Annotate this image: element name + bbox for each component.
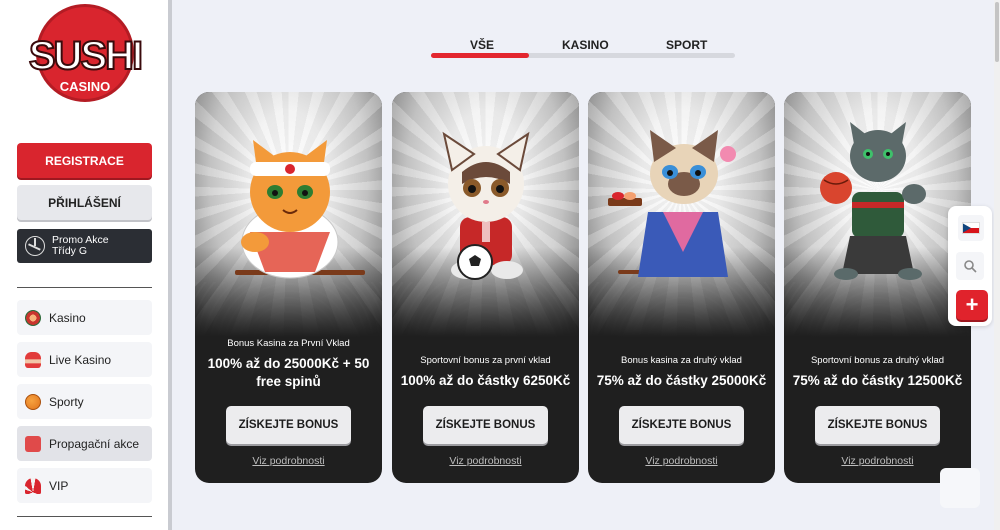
tab-kasino[interactable]: KASINO: [562, 38, 609, 52]
details-link[interactable]: Viz podrobnosti: [392, 455, 579, 467]
basketball-icon: [25, 393, 41, 410]
bonus-category-tabs: VŠE KASINO SPORT: [431, 38, 735, 60]
scrollbar-thumb[interactable]: [995, 2, 999, 62]
sidebar-item-label: Propagační akce: [49, 436, 140, 451]
sidebar-item-sporty[interactable]: Sporty: [17, 384, 152, 419]
sidebar-scrollbar[interactable]: [168, 0, 172, 530]
plus-button[interactable]: +: [956, 290, 988, 320]
bonus-card: Bonus Kasina za První Vklad 100% až do 2…: [195, 92, 382, 483]
sidebar-item-live-kasino[interactable]: Live Kasino: [17, 342, 152, 377]
sidebar-item-propagacni-akce[interactable]: Propagační akce: [17, 426, 152, 461]
card-artwork: [195, 92, 382, 337]
bonus-card: Bonus kasina za druhý vklad 75% až do čá…: [588, 92, 775, 483]
logo-text: SUSHI: [28, 34, 144, 78]
search-icon: [964, 260, 977, 273]
promo-card-text: Promo Akce Třídy G: [52, 235, 109, 257]
card-artwork: [588, 92, 775, 337]
sushi-chef-cat-image: [235, 140, 365, 279]
bonus-label: Sportovní bonus za první vklad: [420, 355, 551, 366]
bonus-card: Sportovní bonus za druhý vklad 75% až do…: [784, 92, 971, 483]
card-artwork: [392, 92, 579, 337]
bonus-amount: 100% až do částky 6250Kč: [400, 373, 571, 388]
get-bonus-button[interactable]: ZÍSKEJTE BONUS: [423, 406, 548, 444]
get-bonus-button[interactable]: ZÍSKEJTE BONUS: [226, 406, 351, 444]
mercedes-icon: [25, 236, 45, 256]
tab-sport[interactable]: SPORT: [666, 38, 707, 52]
bonus-label: Bonus Kasina za První Vklad: [227, 338, 350, 349]
details-link[interactable]: Viz podrobnosti: [784, 455, 971, 467]
sidebar-item-label: Live Kasino: [49, 352, 112, 367]
tab-vse[interactable]: VŠE: [470, 38, 494, 52]
bonus-card: Sportovní bonus za první vklad 100% až d…: [392, 92, 579, 483]
bonus-amount: 100% až do 25000Kč + 50 free spinů: [207, 356, 370, 389]
sidebar-item-vip[interactable]: VIP: [17, 468, 152, 503]
login-button[interactable]: PŘIHLÁŠENÍ: [17, 185, 152, 220]
basketball-panther-image: [820, 122, 926, 280]
sidebar-item-kasino[interactable]: Kasino: [17, 300, 152, 335]
register-button[interactable]: REGISTRACE: [17, 143, 152, 178]
logo-subtext: CASINO: [59, 79, 111, 94]
language-button[interactable]: [958, 215, 984, 241]
fan-icon: [25, 477, 41, 494]
search-button[interactable]: [956, 252, 984, 280]
kimono-cat-image: [608, 130, 736, 277]
sidebar-item-label: VIP: [49, 478, 69, 493]
bonus-amount: 75% až do částky 25000Kč: [596, 373, 767, 388]
page-scrollbar[interactable]: [994, 0, 1000, 530]
sidebar-divider: [17, 516, 152, 517]
promo-class-g-card[interactable]: Promo Akce Třídy G: [17, 229, 152, 263]
chat-widget-button[interactable]: [940, 468, 980, 508]
sidebar-item-label: Sporty: [49, 394, 84, 409]
football-cat-image: [442, 131, 530, 280]
promo-line2: Třídy G: [52, 245, 88, 257]
sidebar-item-label: Kasino: [49, 310, 86, 325]
bonus-amount: 75% až do částky 12500Kč: [792, 373, 963, 388]
get-bonus-button[interactable]: ZÍSKEJTE BONUS: [619, 406, 744, 444]
sidebar: SUSHI CASINO REGISTRACE PŘIHLÁŠENÍ Promo…: [0, 0, 168, 530]
bonus-label: Bonus kasina za druhý vklad: [621, 355, 742, 366]
gift-icon: [25, 435, 41, 452]
sidebar-divider: [17, 287, 152, 288]
dealer-icon: [25, 351, 41, 368]
get-bonus-button[interactable]: ZÍSKEJTE BONUS: [815, 406, 940, 444]
active-tab-indicator: [431, 53, 529, 58]
czech-flag-icon: [962, 222, 980, 234]
bonus-label: Sportovní bonus za druhý vklad: [810, 355, 945, 366]
floating-tools-panel: +: [948, 206, 992, 326]
details-link[interactable]: Viz podrobnosti: [588, 455, 775, 467]
card-artwork: [784, 92, 971, 337]
sushi-casino-logo[interactable]: SUSHI CASINO: [18, 4, 152, 120]
sushi-roll-icon: [25, 309, 41, 326]
details-link[interactable]: Viz podrobnosti: [195, 455, 382, 467]
